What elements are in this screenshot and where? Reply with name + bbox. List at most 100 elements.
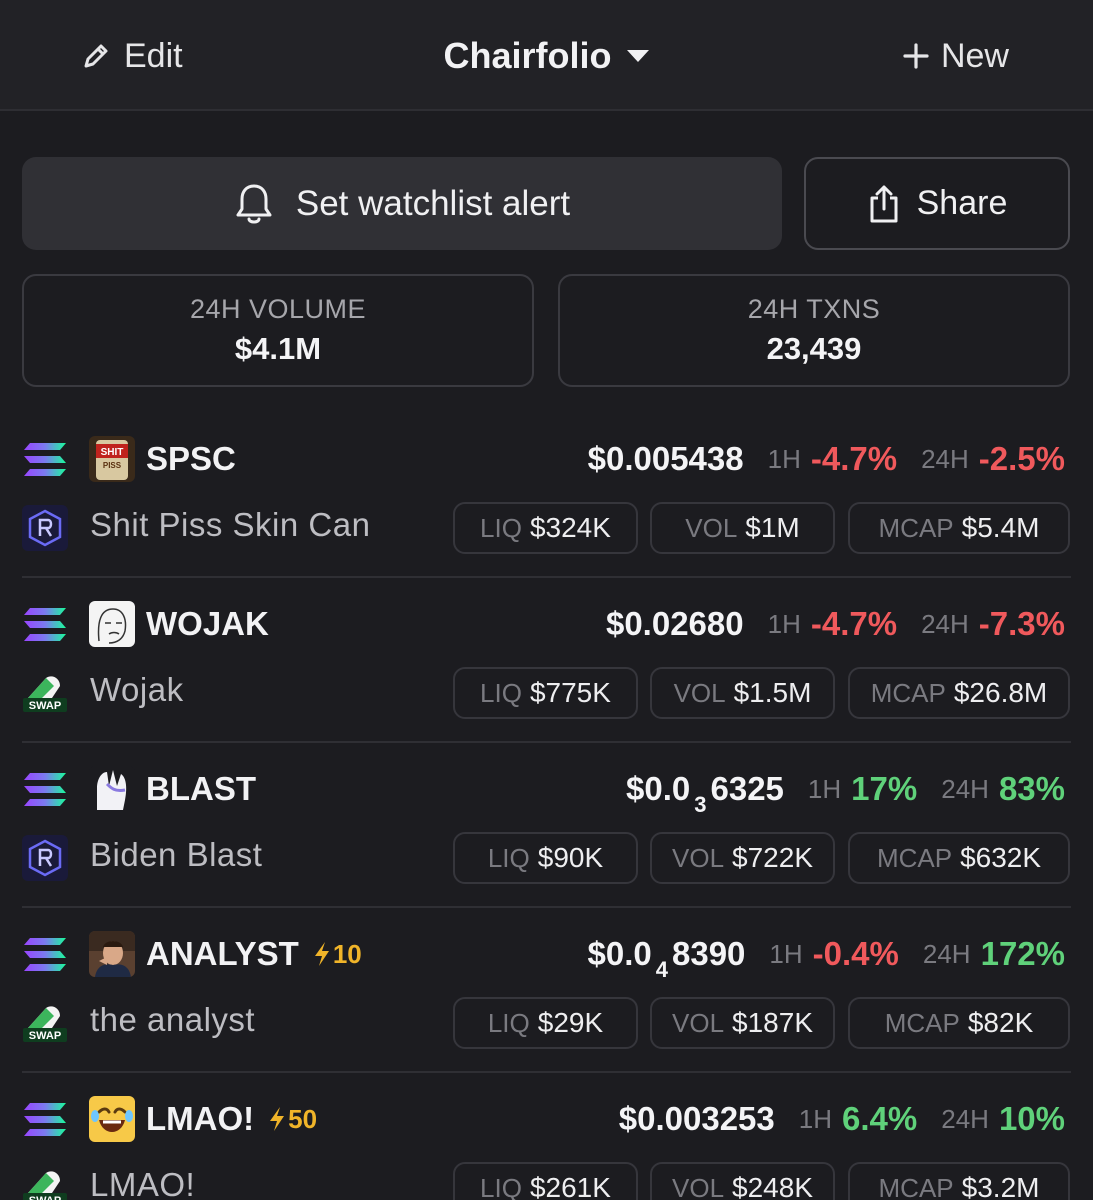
swap-badge-text: SWAP xyxy=(29,1030,61,1042)
lmao-avatar xyxy=(89,1096,135,1142)
token-row-lmao[interactable]: SWAP LMAO! 50 LMAO! $0.003253 1H 6.4% 24… xyxy=(0,1073,1093,1200)
mcap-value: $3.2M xyxy=(961,1172,1040,1200)
price-text: $0.02680 xyxy=(605,605,744,642)
h1-change: -4.7% xyxy=(810,440,898,477)
raydium-icon xyxy=(22,835,68,881)
share-button[interactable]: Share xyxy=(804,157,1070,250)
liq-value: $261K xyxy=(529,1172,611,1200)
liquidity-chip: LIQ $261K xyxy=(453,1162,638,1200)
mcap-value: $26.8M xyxy=(953,677,1048,708)
boost-badge: 50 xyxy=(268,1104,317,1135)
vol-label: VOL xyxy=(672,1007,725,1038)
vol-value: $248K xyxy=(732,1172,813,1200)
bell-icon xyxy=(236,184,272,223)
spsc-avatar-text: SHIT xyxy=(101,447,124,458)
txns-value: 23,439 xyxy=(766,331,862,366)
h1-label: 1H xyxy=(807,773,842,804)
price-change-group: $0.02680 1H -4.7% 24H -7.3% xyxy=(606,601,1065,647)
price-change-group: $0.0 3 6325 1H 17% 24H 83% xyxy=(626,766,1065,817)
token-price: $0.0 4 8390 xyxy=(587,935,746,982)
solana-icon xyxy=(24,773,66,806)
symbol-text: WOJAK xyxy=(146,605,269,642)
liq-value: $29K xyxy=(537,1007,604,1038)
liquidity-chip: LIQ $775K xyxy=(453,667,638,719)
swap-badge-text: SWAP xyxy=(29,700,61,712)
h1-label: 1H xyxy=(767,443,801,474)
mcap-label: MCAP xyxy=(884,1007,960,1038)
h1-change: -4.7% xyxy=(810,605,898,642)
token-name: Biden Blast xyxy=(90,836,263,873)
set-watchlist-alert-button[interactable]: Set watchlist alert xyxy=(22,157,782,250)
mcap-chip: MCAP $26.8M xyxy=(848,667,1070,719)
volume-label: 24H VOLUME xyxy=(189,294,367,324)
volume-value: $4.1M xyxy=(234,331,322,366)
new-watchlist-button[interactable]: New xyxy=(903,34,1009,78)
mcap-value: $5.4M xyxy=(961,512,1040,543)
volume-chip: VOL $1.5M xyxy=(650,667,835,719)
h24-change: 172% xyxy=(980,935,1065,972)
alert-label: Set watchlist alert xyxy=(295,183,571,223)
h24-label: 24H xyxy=(922,938,971,969)
mcap-label: MCAP xyxy=(878,1172,954,1200)
vol-value: $187K xyxy=(732,1007,813,1038)
swap-icon: SWAP xyxy=(23,676,67,712)
lightning-icon xyxy=(270,1107,285,1131)
vol-value: $1.5M xyxy=(733,677,812,708)
price-zero-count: 4 xyxy=(655,957,668,982)
plus-icon xyxy=(903,43,929,69)
liq-label: LIQ xyxy=(480,512,522,543)
liq-label: LIQ xyxy=(487,842,530,873)
liquidity-chip: LIQ $90K xyxy=(453,832,638,884)
mcap-label: MCAP xyxy=(876,842,953,873)
volume-chip: VOL $187K xyxy=(650,997,835,1049)
volume-chip: VOL $1M xyxy=(650,502,835,554)
share-icon xyxy=(870,185,898,222)
token-price: $0.0 3 6325 xyxy=(626,770,784,817)
solana-icon xyxy=(24,608,66,641)
spsc-avatar: SHIT PISS xyxy=(89,436,135,482)
h24-label: 24H xyxy=(941,773,989,804)
token-symbol: WOJAK xyxy=(146,601,269,647)
token-row-analyst[interactable]: SWAP ANALYST 10 the analyst $0.0 4 8390 1H… xyxy=(0,908,1093,1073)
top-bar: Edit Chairfolio New xyxy=(0,0,1093,111)
liquidity-chip: LIQ $324K xyxy=(453,502,638,554)
liq-label: LIQ xyxy=(480,1172,522,1200)
price-prefix: $0.0 xyxy=(587,935,652,972)
liq-value: $324K xyxy=(529,512,611,543)
token-row-spsc[interactable]: SHIT PISS SPSC Shit Piss Skin Can $0.005… xyxy=(0,413,1093,578)
volume-chip: VOL $248K xyxy=(650,1162,835,1200)
h24-change: 83% xyxy=(998,770,1065,807)
h24-change: -2.5% xyxy=(978,440,1065,477)
token-name: LMAO! xyxy=(90,1166,196,1200)
vol-label: VOL xyxy=(672,842,725,873)
h1-label: 1H xyxy=(767,608,801,639)
token-price: $0.003253 xyxy=(619,1100,775,1138)
volume-chip: VOL $722K xyxy=(650,832,835,884)
share-label: Share xyxy=(916,184,1008,222)
token-name: Wojak xyxy=(90,671,184,708)
mcap-chip: MCAP $632K xyxy=(848,832,1070,884)
price-text: $0.003253 xyxy=(618,1100,775,1137)
token-row-wojak[interactable]: SWAP WOJAK Wojak $0.02680 1H -4.7% 24H -… xyxy=(0,578,1093,743)
analyst-avatar xyxy=(89,931,135,977)
vol-label: VOL xyxy=(673,677,726,708)
mcap-value: $632K xyxy=(960,842,1042,873)
token-row-blast[interactable]: BLAST Biden Blast $0.0 3 6325 1H 17% 24H 8… xyxy=(0,743,1093,908)
price-suffix: 8390 xyxy=(672,935,746,972)
token-symbol: ANALYST 10 xyxy=(146,931,362,977)
solana-icon xyxy=(24,1103,66,1136)
token-symbol: LMAO! 50 xyxy=(146,1096,317,1142)
price-change-group: $0.0 4 8390 1H -0.4% 24H 172% xyxy=(587,931,1065,982)
mcap-label: MCAP xyxy=(870,677,946,708)
h24-change: 10% xyxy=(998,1100,1065,1137)
solana-icon xyxy=(24,443,66,476)
watchlist-title: Chairfolio xyxy=(443,35,612,76)
txns-label: 24H TXNS xyxy=(747,294,881,324)
symbol-text: SPSC xyxy=(146,440,236,477)
liq-value: $90K xyxy=(537,842,604,873)
mcap-chip: MCAP $5.4M xyxy=(848,502,1070,554)
boost-badge: 10 xyxy=(313,939,362,970)
token-symbol: SPSC xyxy=(146,436,236,482)
token-symbol: BLAST xyxy=(146,766,256,812)
price-prefix: $0.0 xyxy=(626,770,691,807)
